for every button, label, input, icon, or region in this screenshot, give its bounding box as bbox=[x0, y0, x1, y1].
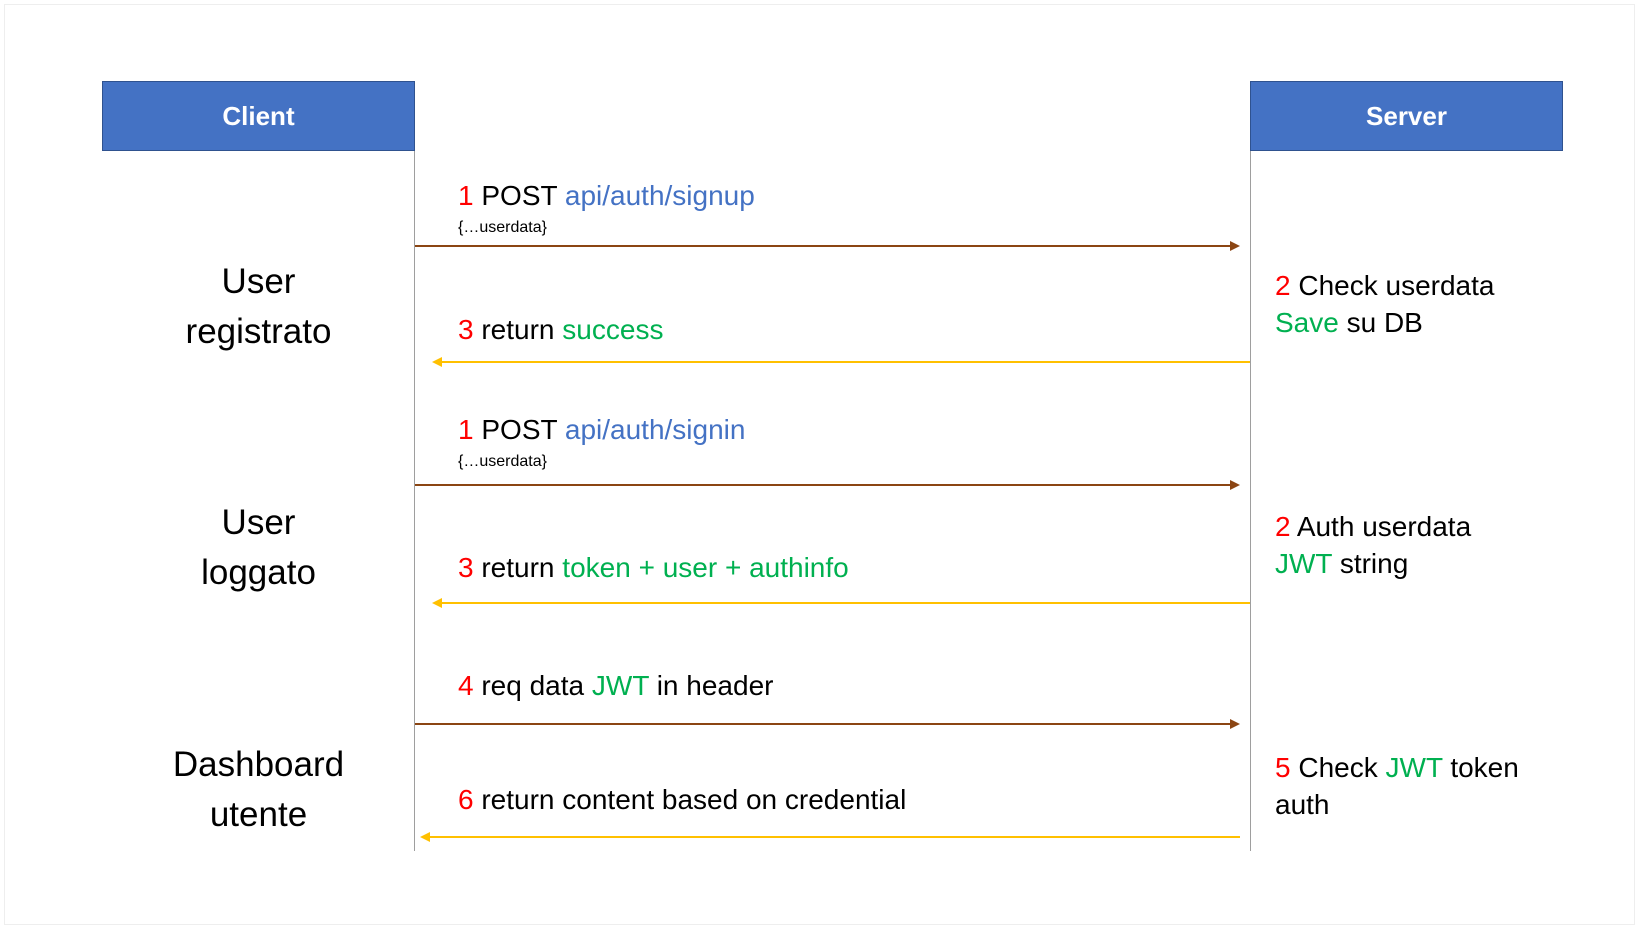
payload-note: {…userdata} bbox=[458, 453, 547, 470]
arrowhead-right-icon bbox=[1230, 480, 1240, 490]
section-user-loggato: User loggato bbox=[102, 498, 415, 598]
step-number: 1 bbox=[458, 180, 474, 211]
response-arrow-signup bbox=[432, 357, 1250, 367]
note-token-label: token bbox=[1450, 752, 1519, 783]
note-check-label: Check bbox=[1298, 752, 1378, 783]
section-label-line2: registrato bbox=[185, 312, 332, 351]
section-label-line1: User bbox=[221, 503, 296, 542]
response-arrow-content bbox=[420, 832, 1240, 842]
endpoint-url: api/auth/signup bbox=[564, 180, 755, 211]
arrowhead-left-icon bbox=[432, 357, 442, 367]
client-lane-header: Client bbox=[102, 81, 415, 151]
server-lifeline bbox=[1250, 151, 1251, 851]
section-dashboard-utente: Dashboard utente bbox=[102, 740, 415, 840]
arrowhead-right-icon bbox=[1230, 719, 1240, 729]
content-return-label: return content based on credential bbox=[481, 784, 907, 815]
step-number: 6 bbox=[458, 784, 474, 815]
request-arrow-signup bbox=[415, 241, 1240, 251]
server-lane-header: Server bbox=[1250, 81, 1563, 151]
arrowhead-left-icon bbox=[420, 832, 430, 842]
section-label-line2: loggato bbox=[201, 553, 316, 592]
message-content-return: 6 return content based on credential bbox=[458, 784, 906, 816]
jwt-label: JWT bbox=[1275, 548, 1333, 579]
return-label: return bbox=[481, 552, 555, 583]
return-status: success bbox=[562, 314, 664, 345]
step-number: 1 bbox=[458, 414, 474, 445]
step-number: 3 bbox=[458, 552, 474, 583]
message-signin: 1 POST api/auth/signin bbox=[458, 414, 745, 446]
return-label: return bbox=[481, 314, 555, 345]
return-status: token + user + authinfo bbox=[562, 552, 849, 583]
section-user-registrato: User registrato bbox=[102, 257, 415, 357]
req-data-suffix: in header bbox=[656, 670, 774, 701]
section-label-line2: utente bbox=[209, 795, 308, 834]
message-req-data: 4 req data JWT in header bbox=[458, 670, 773, 702]
jwt-label: JWT bbox=[591, 670, 649, 701]
note-line2: auth bbox=[1275, 789, 1330, 820]
server-note-signin: 2 Auth userdata JWT string bbox=[1275, 508, 1471, 582]
jwt-label: JWT bbox=[1385, 752, 1443, 783]
save-label: Save bbox=[1275, 307, 1339, 338]
arrowhead-left-icon bbox=[432, 598, 442, 608]
response-arrow-signin bbox=[432, 598, 1250, 608]
step-number: 5 bbox=[1275, 752, 1291, 783]
http-verb: POST bbox=[481, 414, 558, 445]
step-number: 4 bbox=[458, 670, 474, 701]
http-verb: POST bbox=[481, 180, 558, 211]
step-number: 2 bbox=[1275, 511, 1291, 542]
note-line2: su DB bbox=[1346, 307, 1423, 338]
section-label-line1: Dashboard bbox=[172, 745, 345, 784]
note-line2: string bbox=[1339, 548, 1409, 579]
request-arrow-data bbox=[415, 719, 1240, 729]
server-note-signup: 2 Check userdata Save su DB bbox=[1275, 267, 1494, 341]
step-number: 2 bbox=[1275, 270, 1291, 301]
message-signup: 1 POST api/auth/signup bbox=[458, 180, 755, 212]
payload-note: {…userdata} bbox=[458, 219, 547, 236]
endpoint-url: api/auth/signin bbox=[564, 414, 746, 445]
note-line1: Check userdata bbox=[1298, 270, 1495, 301]
note-line1: Auth userdata bbox=[1296, 511, 1472, 542]
step-number: 3 bbox=[458, 314, 474, 345]
server-note-dashboard: 5 Check JWT token auth bbox=[1275, 749, 1519, 823]
arrowhead-right-icon bbox=[1230, 241, 1240, 251]
section-label-line1: User bbox=[221, 262, 296, 301]
req-data-label: req data bbox=[481, 670, 585, 701]
message-signup-return: 3 return success bbox=[458, 314, 663, 346]
message-signin-return: 3 return token + user + authinfo bbox=[458, 552, 849, 584]
request-arrow-signin bbox=[415, 480, 1240, 490]
